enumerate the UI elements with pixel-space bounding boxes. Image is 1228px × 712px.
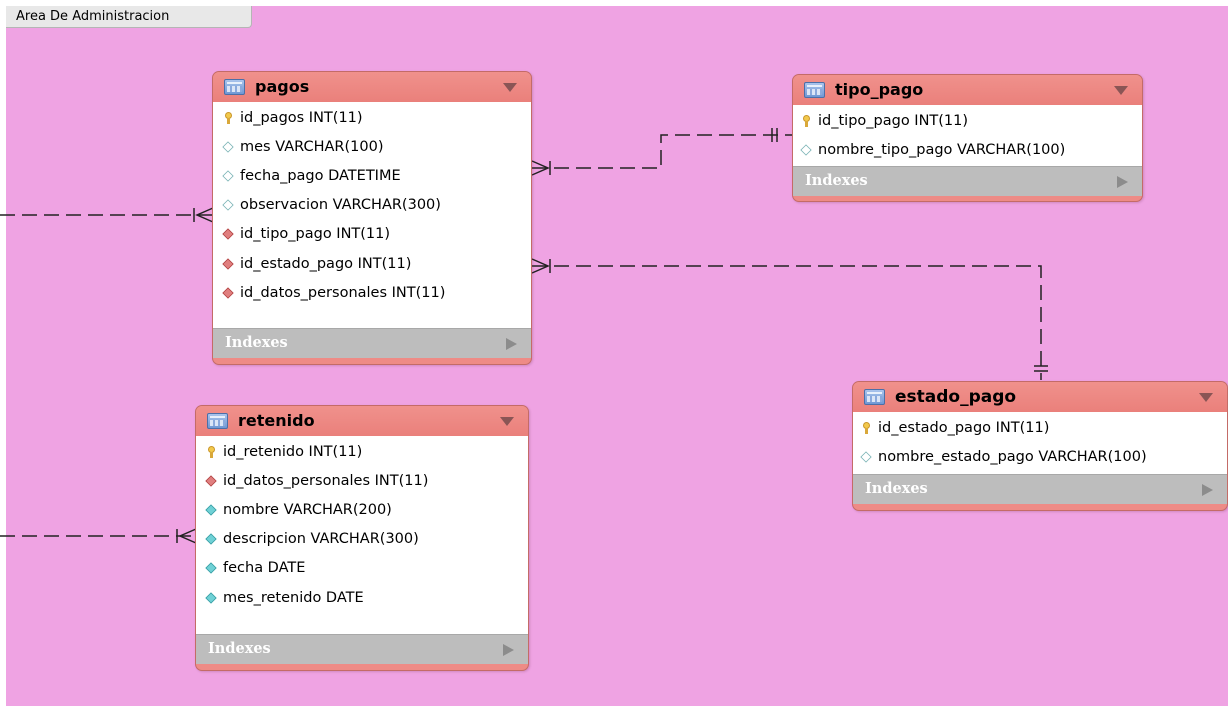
column-diamond-icon	[800, 144, 812, 156]
foreign-key-icon	[222, 257, 234, 270]
column-row[interactable]: mes VARCHAR(100)	[213, 132, 531, 161]
primary-key-icon	[861, 421, 873, 434]
indexes-label: Indexes	[805, 172, 868, 189]
not-null-column-icon	[205, 504, 217, 516]
primary-key-icon	[206, 445, 218, 458]
column-label: id_datos_personales INT(11)	[240, 284, 446, 301]
column-row[interactable]: id_datos_personales INT(11)	[196, 466, 528, 495]
expand-arrow-icon[interactable]	[506, 338, 517, 350]
column-label: descripcion VARCHAR(300)	[223, 531, 419, 548]
not-null-column-icon	[205, 591, 217, 604]
column-label: nombre_estado_pago VARCHAR(100)	[878, 448, 1147, 465]
not-null-column-icon	[205, 562, 217, 575]
table-icon	[207, 413, 228, 429]
column-label: id_pagos INT(11)	[240, 109, 363, 126]
column-diamond-icon	[222, 170, 234, 182]
table-retenido[interactable]: retenido id_retenido INT(11) id_datos_pe…	[195, 405, 529, 671]
column-row[interactable]: id_estado_pago INT(11)	[213, 249, 531, 278]
column-label: fecha DATE	[223, 560, 306, 577]
primary-key-icon	[223, 111, 235, 124]
primary-key-icon	[801, 114, 813, 127]
table-icon	[224, 79, 245, 95]
column-diamond-icon	[222, 199, 234, 211]
expand-arrow-icon[interactable]	[1117, 176, 1128, 188]
column-row[interactable]: id_tipo_pago INT(11)	[213, 220, 531, 249]
table-header[interactable]: estado_pago	[853, 382, 1227, 412]
indexes-bar[interactable]: Indexes	[793, 166, 1142, 196]
column-row[interactable]: fecha DATE	[196, 554, 528, 583]
indexes-bar[interactable]: Indexes	[213, 328, 531, 358]
table-estado-pago[interactable]: estado_pago id_estado_pago INT(11) nombr…	[852, 381, 1228, 511]
table-icon	[804, 82, 825, 98]
indexes-label: Indexes	[865, 480, 928, 497]
column-label: id_datos_personales INT(11)	[223, 472, 429, 489]
column-label: id_tipo_pago INT(11)	[240, 226, 391, 243]
column-row[interactable]: id_estado_pago INT(11)	[853, 413, 1227, 442]
table-header[interactable]: pagos	[213, 72, 531, 102]
table-header[interactable]: retenido	[196, 406, 528, 436]
column-label: fecha_pago DATETIME	[240, 167, 401, 184]
table-pagos[interactable]: pagos id_pagos INT(11) mes VARCHAR(100) …	[212, 71, 532, 365]
foreign-key-icon	[222, 287, 234, 299]
collapse-arrow-icon[interactable]	[1199, 393, 1213, 402]
column-label: id_estado_pago INT(11)	[240, 255, 412, 272]
column-label: id_estado_pago INT(11)	[878, 419, 1050, 436]
column-row[interactable]: mes_retenido DATE	[196, 583, 528, 612]
table-name: tipo_pago	[835, 80, 924, 99]
column-row[interactable]: nombre_estado_pago VARCHAR(100)	[853, 442, 1227, 471]
collapse-arrow-icon[interactable]	[1114, 86, 1128, 95]
table-name: pagos	[255, 77, 310, 96]
area-title[interactable]: Area De Administracion	[6, 6, 252, 28]
column-label: observacion VARCHAR(300)	[240, 197, 441, 214]
table-header[interactable]: tipo_pago	[793, 75, 1142, 105]
column-label: nombre_tipo_pago VARCHAR(100)	[818, 141, 1066, 158]
column-diamond-icon	[860, 451, 872, 463]
column-row[interactable]: id_tipo_pago INT(11)	[793, 106, 1142, 135]
column-row[interactable]: observacion VARCHAR(300)	[213, 191, 531, 220]
expand-arrow-icon[interactable]	[1202, 484, 1213, 496]
column-row[interactable]: id_datos_personales INT(11)	[213, 278, 531, 307]
column-list: id_pagos INT(11) mes VARCHAR(100) fecha_…	[213, 102, 531, 328]
column-row[interactable]: fecha_pago DATETIME	[213, 161, 531, 190]
column-label: id_tipo_pago INT(11)	[818, 112, 969, 129]
not-null-column-icon	[205, 533, 217, 545]
collapse-arrow-icon[interactable]	[503, 83, 517, 92]
table-tipo-pago[interactable]: tipo_pago id_tipo_pago INT(11) nombre_ti…	[792, 74, 1143, 202]
column-list: id_tipo_pago INT(11) nombre_tipo_pago VA…	[793, 105, 1142, 166]
foreign-key-icon	[205, 475, 217, 487]
indexes-label: Indexes	[208, 640, 271, 657]
foreign-key-icon	[222, 228, 234, 241]
column-list: id_retenido INT(11) id_datos_personales …	[196, 436, 528, 634]
column-row[interactable]: nombre_tipo_pago VARCHAR(100)	[793, 135, 1142, 164]
column-list: id_estado_pago INT(11) nombre_estado_pag…	[853, 412, 1227, 474]
collapse-arrow-icon[interactable]	[500, 417, 514, 426]
column-row[interactable]: id_retenido INT(11)	[196, 437, 528, 466]
column-label: mes_retenido DATE	[223, 589, 364, 606]
column-row[interactable]: descripcion VARCHAR(300)	[196, 525, 528, 554]
column-row[interactable]: id_pagos INT(11)	[213, 103, 531, 132]
table-name: retenido	[238, 411, 315, 430]
column-label: id_retenido INT(11)	[223, 443, 363, 460]
relation-pagos-estado-pago	[532, 265, 1042, 380]
table-icon	[864, 389, 885, 405]
indexes-bar[interactable]: Indexes	[853, 474, 1227, 504]
column-label: mes VARCHAR(100)	[240, 138, 384, 155]
indexes-label: Indexes	[225, 334, 288, 351]
indexes-bar[interactable]: Indexes	[196, 634, 528, 664]
column-label: nombre VARCHAR(200)	[223, 501, 392, 518]
expand-arrow-icon[interactable]	[503, 644, 514, 656]
column-row[interactable]: nombre VARCHAR(200)	[196, 495, 528, 524]
table-name: estado_pago	[895, 387, 1017, 407]
column-diamond-icon	[222, 141, 234, 153]
relation-pagos-tipo-pago	[532, 134, 793, 169]
